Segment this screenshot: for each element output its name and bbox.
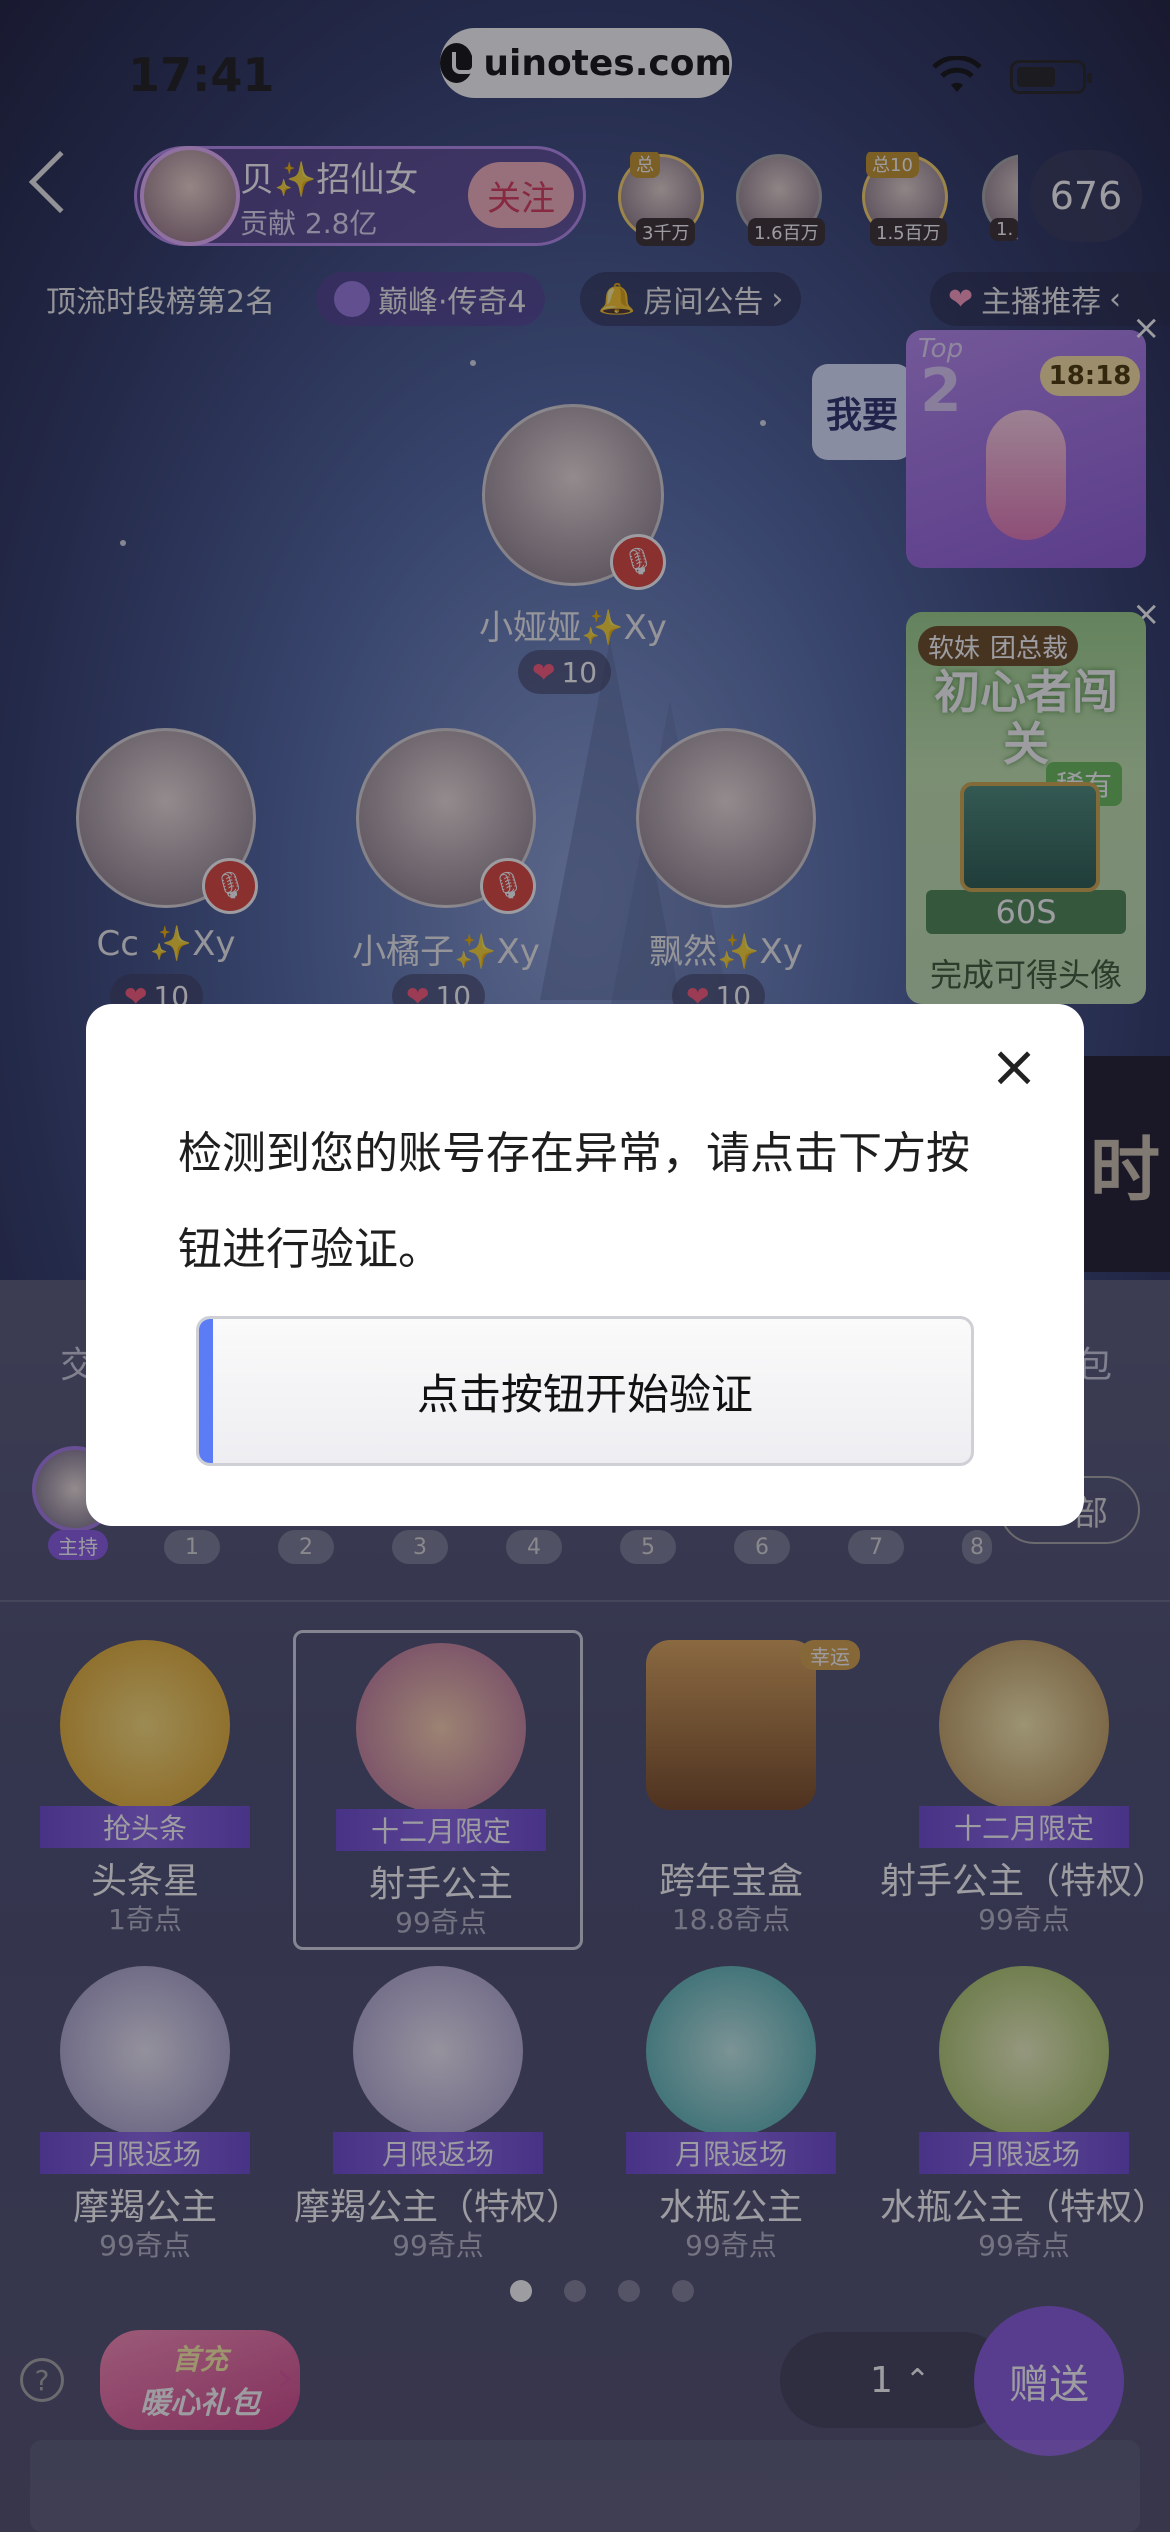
close-icon[interactable]: × (986, 1037, 1042, 1096)
start-verification-button[interactable]: 点击按钮开始验证 (196, 1316, 974, 1466)
verification-dialog: × 检测到您的账号存在异常，请点击下方按钮进行验证。 点击按钮开始验证 (86, 1004, 1084, 1526)
verification-message: 检测到您的账号存在异常，请点击下方按钮进行验证。 (178, 1128, 970, 1275)
